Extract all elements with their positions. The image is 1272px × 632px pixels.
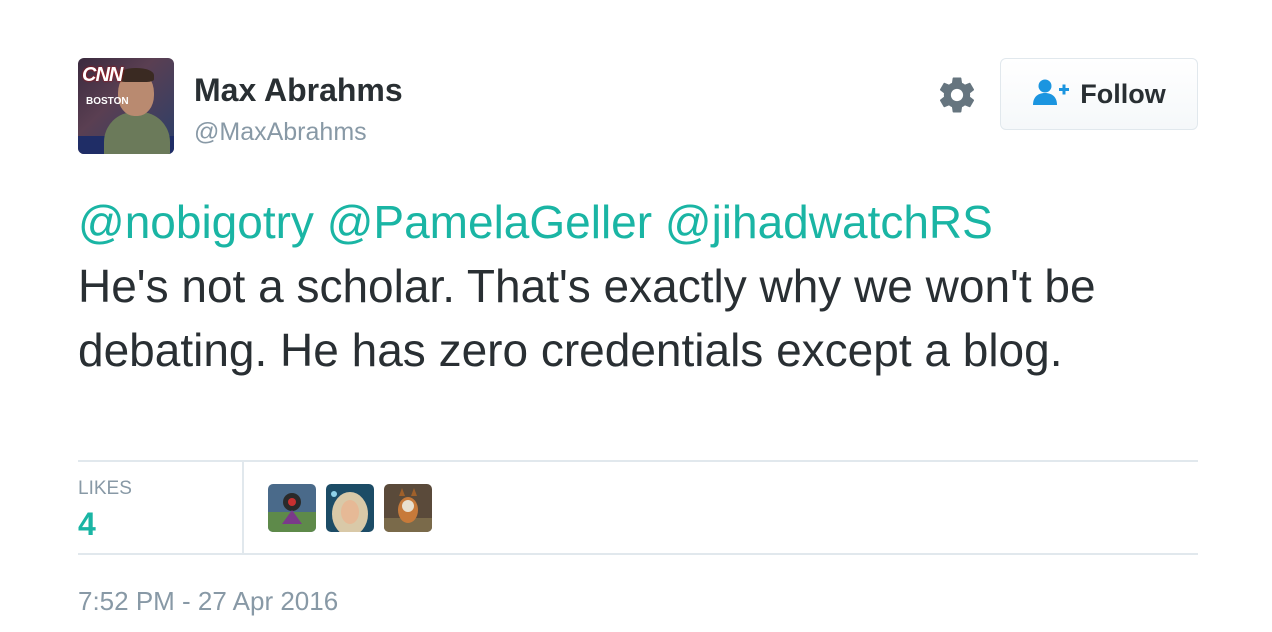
stats-bottom-divider bbox=[78, 553, 1198, 555]
mention-link[interactable]: @nobigotry bbox=[78, 196, 314, 248]
tweet-mentions: @nobigotry @PamelaGeller @jihadwatchRS bbox=[78, 190, 1198, 254]
follow-button-label: Follow bbox=[1080, 78, 1166, 109]
liker-avatar[interactable] bbox=[384, 484, 432, 532]
avatar-hair bbox=[118, 68, 154, 82]
avatar-shirt bbox=[104, 112, 170, 154]
tweet-timestamp[interactable]: 7:52 PM - 27 Apr 2016 bbox=[78, 586, 338, 617]
author-handle[interactable]: @MaxAbrahms bbox=[194, 118, 367, 147]
add-user-icon bbox=[1032, 78, 1070, 111]
tweet-body: He's not a scholar. That's exactly why w… bbox=[78, 260, 1096, 376]
liker-avatar[interactable] bbox=[268, 484, 316, 532]
author-name[interactable]: Max Abrahms bbox=[194, 72, 403, 109]
avatar-network-logo: CNN bbox=[82, 64, 123, 86]
stats-top-divider bbox=[78, 460, 1198, 462]
gear-icon[interactable] bbox=[936, 74, 978, 116]
mention-link[interactable]: @PamelaGeller bbox=[327, 196, 652, 248]
liker-avatar[interactable] bbox=[326, 484, 374, 532]
follow-button[interactable]: Follow bbox=[1000, 58, 1198, 130]
likes-count[interactable]: 4 bbox=[78, 506, 96, 543]
likes-label[interactable]: LIKES bbox=[78, 478, 132, 500]
author-avatar[interactable]: CNN BOSTON bbox=[78, 58, 174, 154]
avatar-city-label: BOSTON bbox=[86, 96, 129, 107]
mention-link[interactable]: @jihadwatchRS bbox=[665, 196, 993, 248]
stats-separator bbox=[242, 462, 244, 554]
tweet-text: @nobigotry @PamelaGeller @jihadwatchRS H… bbox=[78, 190, 1198, 382]
